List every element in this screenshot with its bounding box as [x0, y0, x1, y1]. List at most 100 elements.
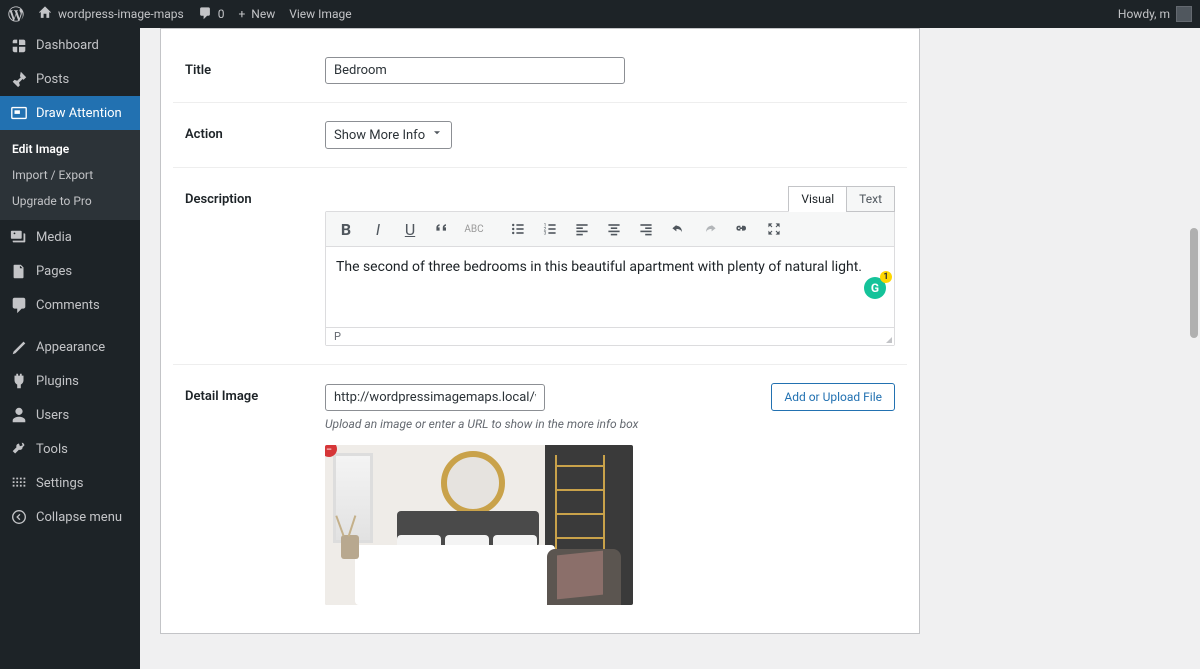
editor-toolbar: B I U ABC 123 [326, 212, 894, 247]
admin-sidebar: Dashboard Posts Draw Attention Edit Imag… [0, 28, 140, 669]
pin-icon [10, 70, 28, 88]
sidebar-label: Posts [36, 72, 69, 87]
admin-bar: wordpress-image-maps 0 + New View Image … [0, 0, 1200, 28]
field-title: Title [173, 39, 907, 103]
link-button[interactable] [728, 216, 756, 242]
field-action: Action Show More Info [173, 103, 907, 168]
add-upload-button[interactable]: Add or Upload File [771, 383, 895, 411]
resize-handle[interactable] [886, 337, 892, 343]
sidebar-label: Users [36, 408, 69, 423]
sidebar-label: Collapse menu [36, 510, 122, 525]
submenu-upgrade[interactable]: Upgrade to Pro [0, 188, 140, 214]
fullscreen-button[interactable] [760, 216, 788, 242]
comment-count: 0 [218, 7, 225, 21]
submenu-import-export[interactable]: Import / Export [0, 162, 140, 188]
sidebar-item-users[interactable]: Users [0, 398, 140, 432]
users-icon [10, 406, 28, 424]
sidebar-label: Plugins [36, 374, 79, 389]
scrollbar[interactable] [1190, 228, 1198, 448]
howdy-text: Howdy, m [1118, 7, 1170, 21]
main-content: Title Action Show More Info Description [140, 28, 1200, 669]
sidebar-label: Settings [36, 476, 83, 491]
action-value: Show More Info [334, 128, 425, 143]
action-select[interactable]: Show More Info [325, 121, 452, 149]
align-left-button[interactable] [568, 216, 596, 242]
submenu-edit-image[interactable]: Edit Image [0, 136, 140, 162]
avatar [1176, 6, 1192, 22]
chevron-down-icon [431, 127, 443, 143]
action-label: Action [185, 121, 325, 142]
home-icon [38, 6, 52, 23]
media-icon [10, 228, 28, 246]
redo-button[interactable] [696, 216, 724, 242]
bold-button[interactable]: B [332, 216, 360, 242]
sidebar-label: Appearance [36, 340, 105, 355]
sidebar-label: Comments [36, 298, 100, 313]
detail-image-label: Detail Image [185, 383, 325, 404]
my-account[interactable]: Howdy, m [1118, 6, 1192, 22]
editor-tabs: Visual Text [325, 186, 895, 212]
italic-button[interactable]: I [364, 216, 392, 242]
view-image-link[interactable]: View Image [289, 7, 351, 21]
comments-bubble[interactable]: 0 [198, 6, 225, 23]
collapse-menu[interactable]: Collapse menu [0, 500, 140, 534]
sidebar-item-comments[interactable]: Comments [0, 288, 140, 322]
sidebar-item-media[interactable]: Media [0, 220, 140, 254]
element-path: P [334, 330, 341, 343]
editor-body[interactable]: The second of three bedrooms in this bea… [326, 247, 894, 327]
plugins-icon [10, 372, 28, 390]
grammarly-icon[interactable]: G [864, 277, 886, 299]
undo-button[interactable] [664, 216, 692, 242]
numbered-list-button[interactable]: 123 [536, 216, 564, 242]
align-right-button[interactable] [632, 216, 660, 242]
tools-icon [10, 440, 28, 458]
field-detail-image: Detail Image Add or Upload File Upload a… [173, 365, 907, 623]
sidebar-item-settings[interactable]: Settings [0, 466, 140, 500]
collapse-icon [10, 508, 28, 526]
draw-attention-icon [10, 104, 28, 122]
strikethrough-button[interactable]: ABC [460, 216, 488, 242]
admin-bar-right: Howdy, m [1118, 6, 1192, 22]
sidebar-submenu: Edit Image Import / Export Upgrade to Pr… [0, 130, 140, 220]
sidebar-label: Media [36, 230, 72, 245]
plus-icon: + [238, 7, 245, 21]
appearance-icon [10, 338, 28, 356]
description-text: The second of three bedrooms in this bea… [336, 259, 862, 275]
svg-text:3: 3 [544, 231, 547, 237]
new-label: New [251, 7, 275, 21]
title-input[interactable] [325, 57, 625, 84]
align-center-button[interactable] [600, 216, 628, 242]
sidebar-item-plugins[interactable]: Plugins [0, 364, 140, 398]
title-label: Title [185, 57, 325, 78]
admin-bar-left: wordpress-image-maps 0 + New View Image [8, 6, 352, 23]
description-label: Description [185, 186, 325, 207]
editor: B I U ABC 123 [325, 211, 895, 346]
sidebar-item-tools[interactable]: Tools [0, 432, 140, 466]
detail-image-help: Upload an image or enter a URL to show i… [325, 417, 895, 431]
sidebar-label: Draw Attention [36, 106, 122, 121]
sidebar-item-pages[interactable]: Pages [0, 254, 140, 288]
sidebar-label: Tools [36, 442, 68, 457]
tab-visual[interactable]: Visual [788, 186, 847, 212]
pages-icon [10, 262, 28, 280]
underline-button[interactable]: U [396, 216, 424, 242]
bullet-list-button[interactable] [504, 216, 532, 242]
dashboard-icon [10, 36, 28, 54]
quote-button[interactable] [428, 216, 456, 242]
sidebar-item-dashboard[interactable]: Dashboard [0, 28, 140, 62]
new-content[interactable]: + New [238, 7, 275, 21]
wp-logo[interactable] [8, 6, 24, 22]
settings-icon [10, 474, 28, 492]
site-name: wordpress-image-maps [58, 7, 184, 21]
tab-text[interactable]: Text [846, 186, 895, 212]
editor-statusbar: P [326, 327, 894, 345]
sidebar-item-appearance[interactable]: Appearance [0, 330, 140, 364]
sidebar-label: Pages [36, 264, 72, 279]
detail-image-url-input[interactable] [325, 384, 545, 411]
sidebar-item-draw-attention[interactable]: Draw Attention [0, 96, 140, 130]
detail-image-thumbnail: − [325, 445, 633, 605]
site-link[interactable]: wordpress-image-maps [38, 6, 184, 23]
comment-icon [198, 6, 212, 23]
sidebar-label: Dashboard [36, 38, 99, 53]
sidebar-item-posts[interactable]: Posts [0, 62, 140, 96]
